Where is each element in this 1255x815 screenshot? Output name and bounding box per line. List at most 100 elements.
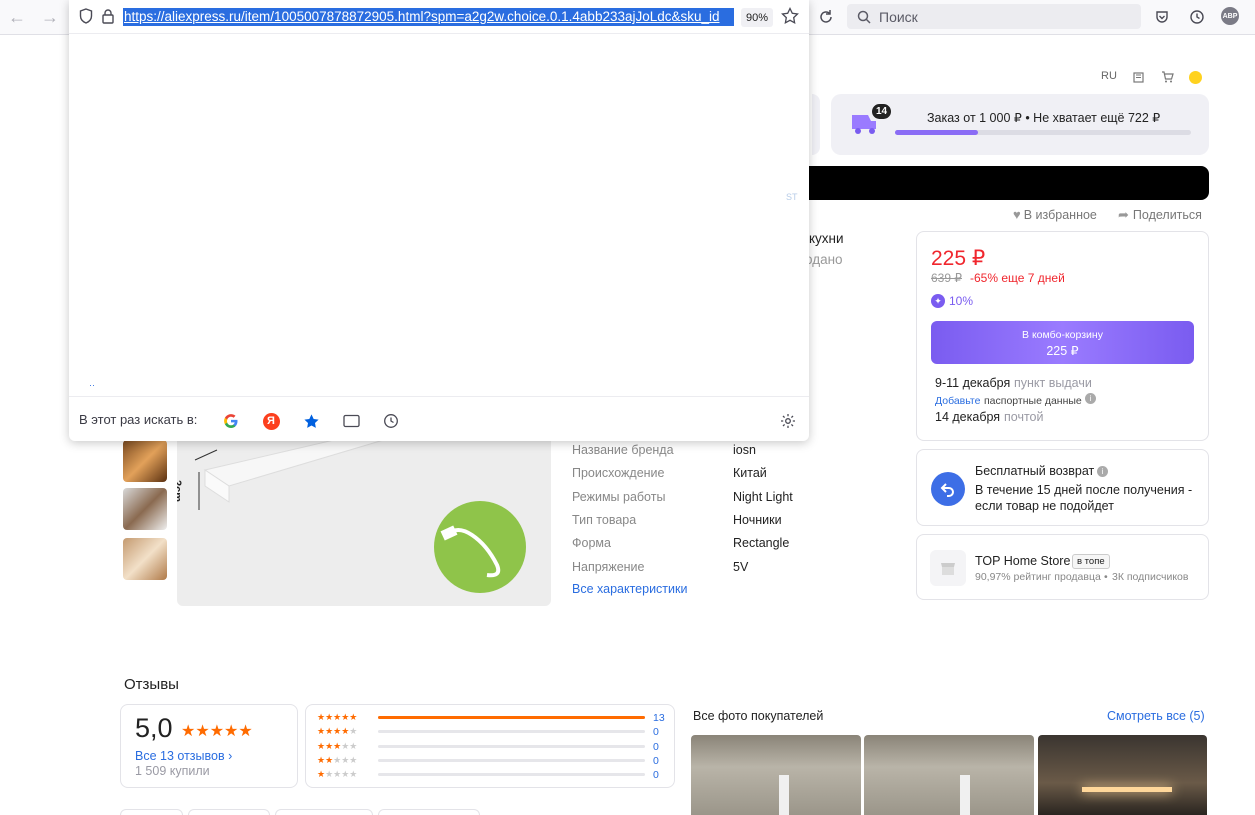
- search-input[interactable]: Поиск: [847, 4, 1141, 29]
- return-text: В течение 15 дней после получения - если…: [975, 483, 1193, 513]
- cart-progress-track: [895, 130, 1191, 135]
- pocket-icon[interactable]: [1151, 6, 1173, 28]
- favorite-button[interactable]: ♥ В избранное: [1013, 207, 1097, 222]
- rating-count: 0: [653, 726, 659, 739]
- thumbnail-1[interactable]: [123, 440, 167, 482]
- rating-bar-row[interactable]: ★★★★★ 0: [317, 755, 667, 767]
- left-box-fragment: [812, 94, 820, 155]
- spec-value: Ночники: [733, 512, 782, 527]
- yandex-icon[interactable]: Я: [260, 410, 282, 432]
- rating-count: 0: [653, 740, 659, 753]
- return-title: Бесплатный возврат: [975, 464, 1095, 478]
- reviews-heading: Отзывы: [124, 676, 179, 693]
- combo-label: В комбо-корзину: [1022, 329, 1103, 341]
- rating-bar-track: [378, 758, 645, 762]
- history-icon[interactable]: [1186, 6, 1208, 28]
- store-subscribers: 3К подписчиков: [1112, 571, 1189, 583]
- spec-value: iosn: [733, 443, 756, 457]
- spec-name: Происхождение: [572, 466, 665, 481]
- filter-chip[interactable]: [275, 809, 373, 815]
- share-button[interactable]: ➦ Поделиться: [1118, 207, 1202, 223]
- rating-count: 13: [653, 712, 665, 724]
- all-specs-link[interactable]: Все характеристики: [572, 582, 687, 596]
- store-rating: 90,97% рейтинг продавца: [975, 571, 1101, 583]
- rating-bar-row[interactable]: ★★★★★ 13: [317, 712, 667, 724]
- rating-count: 0: [653, 769, 659, 782]
- return-info-icon[interactable]: i: [1097, 466, 1108, 477]
- shield-icon[interactable]: [79, 8, 93, 27]
- rating-bar-fill: [378, 716, 645, 719]
- info-icon[interactable]: i: [1085, 393, 1096, 404]
- url-dropdown-panel: https://aliexpress.ru/item/1005007878872…: [69, 0, 809, 441]
- rating-row-stars: ★★★★★: [317, 740, 358, 751]
- store-logo-icon: [930, 550, 966, 586]
- rating-bar-track: [378, 773, 645, 777]
- customer-photo-2[interactable]: [864, 735, 1034, 815]
- rating-bar-row[interactable]: ★★★★★ 0: [317, 726, 667, 738]
- rating-row-stars: ★★★★★: [317, 769, 358, 780]
- spec-value: Night Light: [733, 489, 793, 504]
- see-all-photos-link[interactable]: Смотреть все (5): [1107, 709, 1205, 723]
- language-switch[interactable]: RU: [1101, 70, 1117, 82]
- discount-text: -65% еще 7 дней: [970, 271, 1065, 285]
- cart-progress-text: Заказ от 1 000 ₽ • Не хватает ещё 722 ₽: [927, 111, 1161, 125]
- reload-icon[interactable]: [815, 6, 837, 28]
- store-name[interactable]: TOP Home Store: [975, 554, 1070, 568]
- rating-bar-row[interactable]: ★★★★★ 0: [317, 769, 667, 781]
- cart-icon[interactable]: [1161, 71, 1174, 86]
- rating-bar-track: [378, 716, 645, 719]
- history-clock-icon[interactable]: [380, 410, 402, 432]
- stray-text: ST: [786, 192, 798, 202]
- spec-name: Напряжение: [572, 559, 645, 574]
- spec-name: Форма: [572, 536, 611, 551]
- rating-bar-track: [378, 730, 645, 734]
- filter-chip[interactable]: [188, 809, 270, 815]
- adblock-icon[interactable]: ABP: [1221, 7, 1239, 25]
- back-arrow-icon[interactable]: ←: [5, 6, 29, 28]
- search-placeholder: Поиск: [879, 8, 918, 25]
- zoom-indicator[interactable]: 90%: [741, 8, 773, 27]
- customer-photo-1[interactable]: [691, 735, 861, 815]
- search-engine-row: В этот раз искать в:: [69, 396, 809, 441]
- store-dot: •: [1104, 571, 1108, 583]
- forward-arrow-icon[interactable]: →: [38, 6, 62, 28]
- google-icon[interactable]: [220, 410, 242, 432]
- delivery-date-pickup: 9-11 декабря: [935, 376, 1011, 390]
- black-banner[interactable]: [800, 166, 1209, 200]
- review-stars: ★★★★★: [181, 723, 253, 740]
- url-input[interactable]: https://aliexpress.ru/item/1005007878872…: [123, 8, 734, 26]
- search-icon: [857, 10, 871, 24]
- rating-count: 0: [653, 754, 659, 767]
- filter-chip[interactable]: [120, 809, 183, 815]
- lock-icon[interactable]: [101, 8, 115, 27]
- spec-value: 5V: [733, 559, 749, 574]
- thumbnail-2[interactable]: [123, 488, 167, 530]
- product-main-image[interactable]: 2cm: [177, 440, 551, 606]
- profile-avatar[interactable]: [1189, 71, 1202, 84]
- review-score: 5,0: [135, 713, 173, 743]
- combo-cart-button[interactable]: В комбо-корзину 225 ₽: [931, 321, 1194, 364]
- url-bar[interactable]: https://aliexpress.ru/item/1005007878872…: [69, 0, 809, 34]
- cart-count-badge: 14: [872, 104, 891, 119]
- tabs-icon[interactable]: [340, 410, 362, 432]
- spec-name: Режимы работы: [572, 489, 666, 504]
- delivery-type-post: почтой: [1004, 410, 1044, 424]
- share-icon: ➦: [1118, 207, 1129, 222]
- add-passport-link[interactable]: Добавьте: [935, 395, 980, 407]
- heart-icon: ♥: [1013, 207, 1021, 222]
- bookmarks-star-icon[interactable]: [300, 410, 322, 432]
- all-reviews-link[interactable]: Все 13 отзывов ›: [135, 749, 232, 763]
- search-settings-gear-icon[interactable]: [777, 410, 799, 432]
- orders-icon[interactable]: [1133, 71, 1145, 86]
- bookmark-star-icon[interactable]: [781, 6, 799, 28]
- share-label: Поделиться: [1132, 208, 1202, 222]
- rating-bar-row[interactable]: ★★★★★ 0: [317, 741, 667, 753]
- current-price: 225 ₽: [931, 247, 986, 270]
- thumbnail-3[interactable]: [123, 538, 167, 580]
- customer-photo-3[interactable]: [1038, 735, 1207, 815]
- rating-row-stars: ★★★★★: [317, 712, 358, 722]
- product-title-fragment: кухни: [809, 231, 844, 246]
- delivery-type-pickup: пункт выдачи: [1014, 376, 1092, 390]
- filter-chip[interactable]: [378, 809, 480, 815]
- return-arrow-icon: [931, 472, 965, 506]
